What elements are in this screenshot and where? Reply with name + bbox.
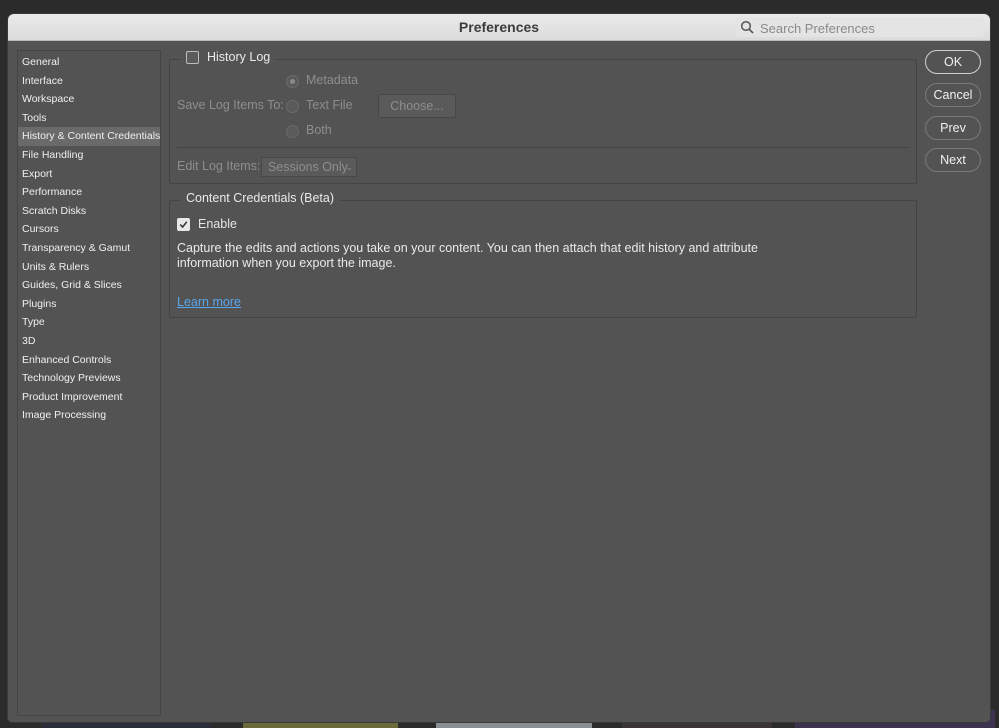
radio-metadata-label: Metadata	[306, 73, 359, 87]
chevron-down-icon: ⌄	[345, 162, 353, 172]
history-log-toggle[interactable]: History Log	[180, 50, 277, 64]
sidebar-item[interactable]: Product Improvement	[18, 388, 160, 407]
checkmark-icon	[179, 220, 188, 228]
history-log-checkbox[interactable]	[186, 50, 199, 64]
sidebar-item[interactable]: Interface	[18, 72, 160, 91]
radio-text-file-label: Text File	[306, 98, 353, 112]
panel-divider	[177, 147, 909, 148]
edit-log-items-value: Sessions Only	[268, 160, 348, 174]
sidebar-item[interactable]: Guides, Grid & Slices	[18, 276, 160, 295]
sidebar-item[interactable]: Tools	[18, 109, 160, 128]
preferences-dialog: Preferences GeneralInterfaceWorkspaceToo…	[8, 14, 990, 722]
edit-log-items-label: Edit Log Items:	[177, 159, 261, 173]
sidebar-item[interactable]: Transparency & Gamut	[18, 239, 160, 258]
radio-metadata[interactable]	[286, 75, 299, 88]
sidebar-item[interactable]: Cursors	[18, 220, 160, 239]
preferences-sidebar: General Interface Workspace Tools History & …	[17, 50, 161, 716]
sidebar-item[interactable]: General	[18, 53, 160, 72]
history-log-label: History Log	[207, 50, 271, 64]
content-credentials-description: Capture the edits and actions you take o…	[177, 241, 758, 270]
content-credentials-panel: Content Credentials (Beta) Enable Captur…	[169, 191, 917, 318]
choose-button[interactable]: Choose...	[378, 94, 456, 118]
sidebar-item[interactable]: Scratch Disks	[18, 202, 160, 221]
content-credentials-header: Content Credentials (Beta)	[180, 191, 340, 205]
sidebar-item[interactable]: Enhanced Controls	[18, 351, 160, 370]
radio-both-label: Both	[306, 123, 332, 137]
sidebar-item[interactable]: Plugins	[18, 295, 160, 314]
enable-label: Enable	[198, 217, 237, 231]
radio-both[interactable]	[286, 125, 299, 138]
sidebar-item[interactable]: Image Processing	[18, 406, 160, 425]
search-input[interactable]	[758, 18, 982, 38]
sidebar-item[interactable]: Export	[18, 165, 160, 184]
save-log-items-label: Save Log Items To:	[177, 98, 284, 112]
sidebar-item[interactable]: Workspace	[18, 90, 160, 109]
history-log-panel: History Log Save Log Items To: Metadata …	[169, 50, 917, 184]
sidebar-item[interactable]: History & Content Credentials	[18, 127, 160, 146]
sidebar-item[interactable]: Type	[18, 313, 160, 332]
edit-log-items-select[interactable]: Sessions Only ⌄	[261, 157, 357, 177]
content-credentials-title: Content Credentials (Beta)	[186, 191, 334, 205]
prev-button[interactable]: Prev	[925, 116, 981, 140]
title-bar: Preferences	[8, 14, 990, 41]
ok-button[interactable]: OK	[925, 50, 981, 74]
search-box[interactable]	[736, 17, 984, 38]
sidebar-item[interactable]: 3D	[18, 332, 160, 351]
enable-checkbox[interactable]	[177, 217, 190, 231]
sidebar-item[interactable]: File Handling	[18, 146, 160, 165]
enable-toggle[interactable]: Enable	[177, 217, 237, 231]
sidebar-item[interactable]: Performance	[18, 183, 160, 202]
next-button[interactable]: Next	[925, 148, 981, 172]
sidebar-item[interactable]: Units & Rulers	[18, 258, 160, 277]
cancel-button[interactable]: Cancel	[925, 83, 981, 107]
sidebar-item[interactable]: Technology Previews	[18, 369, 160, 388]
search-icon	[740, 20, 754, 34]
learn-more-link[interactable]: Learn more	[177, 295, 241, 309]
radio-text-file[interactable]	[286, 100, 299, 113]
